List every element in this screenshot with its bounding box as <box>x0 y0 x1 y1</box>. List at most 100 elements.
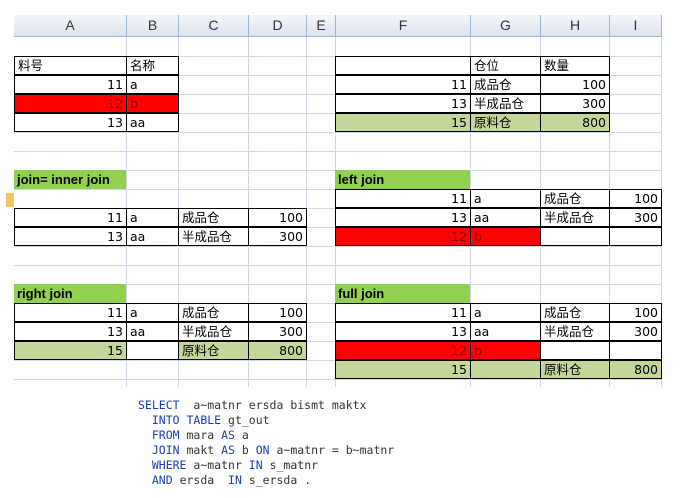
sql-keyword: AND <box>151 473 173 487</box>
column-header-c[interactable]: C <box>179 15 249 37</box>
table-cell[interactable]: 100 <box>248 208 307 227</box>
sql-keyword: WHERE <box>151 458 187 472</box>
column-header-g[interactable]: G <box>471 15 541 37</box>
table-cell[interactable]: 13 <box>14 322 127 341</box>
sql-keyword: IN <box>228 473 242 487</box>
table-cell[interactable]: 100 <box>248 303 307 322</box>
column-header-d[interactable]: D <box>249 15 307 37</box>
table-cell[interactable]: a <box>126 75 179 94</box>
table-cell[interactable]: 300 <box>540 94 610 113</box>
column-header-e[interactable]: E <box>307 15 336 37</box>
sql-text: mara <box>179 428 222 442</box>
table-cell[interactable] <box>609 341 662 360</box>
right-join-label[interactable]: right join <box>14 284 126 303</box>
table-cell[interactable]: a <box>470 189 541 208</box>
table-cell[interactable]: 原料仓 <box>178 341 249 360</box>
table-cell[interactable]: aa <box>126 322 179 341</box>
table-cell[interactable]: 300 <box>248 322 307 341</box>
table-cell[interactable]: 成品仓 <box>540 303 610 322</box>
column-header-a[interactable]: A <box>14 15 127 37</box>
table-cell[interactable]: 300 <box>609 208 662 227</box>
table-cell[interactable]: 300 <box>248 227 307 246</box>
sql-text: ersda <box>172 473 229 487</box>
table-cell[interactable] <box>540 227 610 246</box>
table-cell[interactable]: 成品仓 <box>178 208 249 227</box>
column-header-i[interactable]: I <box>610 15 662 37</box>
sql-text: a~matnr <box>186 458 249 472</box>
table-cell[interactable]: 300 <box>609 322 662 341</box>
table-cell[interactable]: a <box>126 208 179 227</box>
table-cell[interactable]: 半成品仓 <box>470 94 541 113</box>
table-cell[interactable]: 100 <box>540 75 610 94</box>
table-cell[interactable]: 13 <box>335 322 471 341</box>
header-cell[interactable]: 数量 <box>540 56 610 75</box>
table-cell[interactable]: 13 <box>14 227 127 246</box>
table-cell[interactable]: 800 <box>609 360 662 379</box>
table-cell[interactable]: 100 <box>609 189 662 208</box>
column-header-f[interactable]: F <box>336 15 471 37</box>
sql-text: a~matnr ersda bismt maktx <box>179 398 367 412</box>
table-cell[interactable]: 13 <box>335 94 471 113</box>
inner-join-label[interactable]: join= inner join <box>14 170 126 189</box>
table-cell[interactable]: 100 <box>609 303 662 322</box>
table-cell[interactable] <box>470 360 541 379</box>
table-cell[interactable]: aa <box>126 113 179 132</box>
full-join-label[interactable]: full join <box>335 284 470 303</box>
sql-text: b <box>234 443 256 457</box>
table-cell[interactable]: 15 <box>14 341 127 360</box>
column-header-h[interactable]: H <box>541 15 610 37</box>
table-cell[interactable]: 12 <box>335 227 471 246</box>
sql-keyword: SELECT <box>138 398 180 412</box>
table-cell[interactable]: aa <box>126 227 179 246</box>
column-header-b[interactable]: B <box>127 15 179 37</box>
table-cell[interactable]: 12 <box>335 341 471 360</box>
table-cell[interactable]: 半成品仓 <box>178 227 249 246</box>
sql-keyword: IN <box>248 458 263 472</box>
table-cell[interactable]: 11 <box>14 208 127 227</box>
table-cell[interactable]: 13 <box>335 208 471 227</box>
sql-text: gt_out <box>221 413 270 427</box>
table-cell[interactable]: 800 <box>540 113 610 132</box>
table-cell[interactable] <box>540 341 610 360</box>
table-cell[interactable]: 11 <box>14 75 127 94</box>
table-cell[interactable]: 半成品仓 <box>540 208 610 227</box>
table-cell[interactable] <box>126 341 179 360</box>
table-cell[interactable]: 15 <box>335 360 471 379</box>
table-cell[interactable]: b <box>470 341 541 360</box>
table-cell[interactable] <box>609 227 662 246</box>
sql-keyword: AS <box>221 443 235 457</box>
table-cell[interactable]: a <box>470 303 541 322</box>
table-cell[interactable]: 11 <box>335 303 471 322</box>
sql-keyword: JOIN <box>151 443 180 457</box>
table-cell[interactable]: 成品仓 <box>178 303 249 322</box>
header-cell[interactable] <box>335 56 471 75</box>
sql-keyword: FROM <box>151 428 180 442</box>
sql-text: s_matnr <box>262 458 319 472</box>
table-cell[interactable]: b <box>470 227 541 246</box>
table-cell[interactable]: aa <box>470 322 541 341</box>
table-cell[interactable]: 800 <box>248 341 307 360</box>
table-cell[interactable]: 原料仓 <box>540 360 610 379</box>
sql-keyword: INTO TABLE <box>151 413 222 427</box>
table-cell[interactable]: aa <box>470 208 541 227</box>
table-cell[interactable]: 11 <box>335 189 471 208</box>
header-cell[interactable]: 仓位 <box>470 56 541 75</box>
table-cell[interactable]: 半成品仓 <box>540 322 610 341</box>
left-join-label[interactable]: left join <box>335 170 470 189</box>
table-cell[interactable]: 成品仓 <box>470 75 541 94</box>
table-cell[interactable]: 15 <box>335 113 471 132</box>
row-header-marker <box>6 193 14 207</box>
sql-keyword: ON <box>255 443 270 457</box>
table-cell[interactable]: a <box>126 303 179 322</box>
header-cell[interactable]: 料号 <box>14 56 127 75</box>
table-cell[interactable]: 半成品仓 <box>178 322 249 341</box>
table-cell[interactable]: b <box>126 94 179 113</box>
table-cell[interactable]: 成品仓 <box>540 189 610 208</box>
table-cell[interactable]: 11 <box>335 75 471 94</box>
sql-text: s_ersda . <box>241 473 312 487</box>
table-cell[interactable]: 原料仓 <box>470 113 541 132</box>
table-cell[interactable]: 12 <box>14 94 127 113</box>
header-cell[interactable]: 名称 <box>126 56 179 75</box>
table-cell[interactable]: 13 <box>14 113 127 132</box>
table-cell[interactable]: 11 <box>14 303 127 322</box>
